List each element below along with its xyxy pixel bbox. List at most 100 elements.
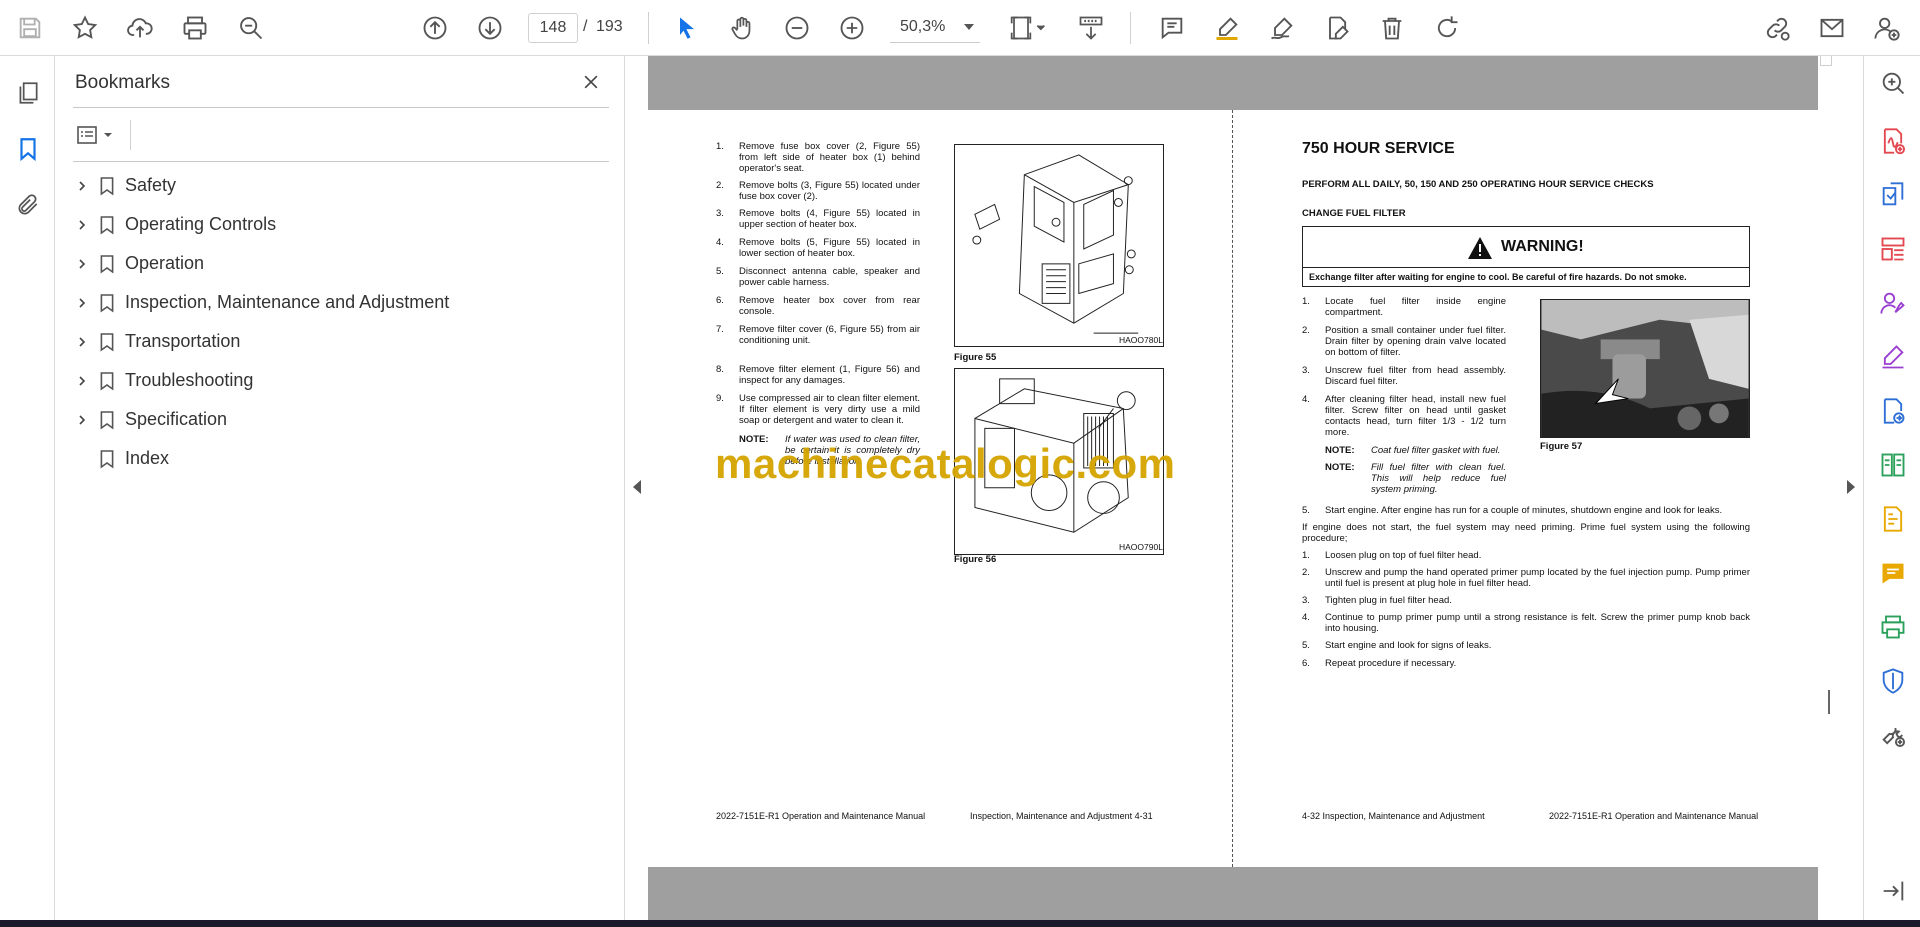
bookmark-options-button[interactable]: [75, 120, 125, 150]
send-for-review-icon[interactable]: [1878, 396, 1908, 426]
figure-caption: Figure 55: [954, 352, 997, 363]
search-zoom-icon[interactable]: [233, 10, 269, 46]
prev-page-icon[interactable]: [417, 10, 453, 46]
warning-text: Exchange filter after waiting for engine…: [1309, 272, 1687, 282]
figure-57-image: [1540, 299, 1750, 438]
bookmark-item[interactable]: Operation: [73, 244, 609, 283]
bookmark-item[interactable]: Inspection, Maintenance and Adjustment: [73, 283, 609, 322]
hand-icon[interactable]: [724, 10, 760, 46]
os-taskbar-strip: [0, 920, 1920, 927]
email-icon[interactable]: [1814, 10, 1850, 46]
vertical-scrollbar[interactable]: [1818, 56, 1863, 920]
cloud-upload-icon[interactable]: [122, 10, 158, 46]
page-number-input[interactable]: [528, 13, 578, 43]
sign-icon[interactable]: [1264, 10, 1300, 46]
page-footer: 2022-7151E-R1 Operation and Maintenance …: [716, 811, 926, 821]
edit-pdf-icon[interactable]: [1878, 504, 1908, 534]
bookmark-label: Specification: [125, 409, 228, 429]
bookmark-item[interactable]: Safety: [73, 166, 609, 205]
zoom-value: 50,3%: [900, 18, 946, 35]
toolbar-separator: [1130, 12, 1131, 44]
bookmark-item[interactable]: Specification: [73, 400, 609, 439]
bookmark-icon: [97, 447, 117, 471]
bookmark-item[interactable]: Troubleshooting: [73, 361, 609, 400]
select-cursor-icon[interactable]: [669, 10, 705, 46]
more-tools-icon[interactable]: [1878, 720, 1908, 750]
edit-icon[interactable]: [1319, 10, 1355, 46]
bookmark-list: Safety Operating Controls Operation Insp…: [73, 166, 609, 478]
zoom-in-icon[interactable]: [834, 10, 870, 46]
section-heading: 750 HOUR SERVICE: [1302, 140, 1455, 157]
comment-tool-icon[interactable]: [1878, 558, 1908, 588]
collapse-right-panel-icon[interactable]: [1847, 480, 1855, 494]
page-footer: 2022-7151E-R1 Operation and Maintenance …: [1549, 811, 1759, 821]
bookmark-label: Transportation: [125, 331, 241, 351]
chevron-right-icon[interactable]: [73, 333, 91, 351]
watermark-text: machinecatalogic.com: [715, 440, 1176, 487]
sub-heading: CHANGE FUEL FILTER: [1302, 208, 1406, 219]
organize-pages-icon[interactable]: [1878, 234, 1908, 264]
bookmark-item[interactable]: Index: [73, 439, 609, 478]
bookmark-label: Operation: [125, 253, 205, 273]
divider: [73, 107, 609, 108]
toolbar-separator: [648, 12, 649, 44]
create-pdf-icon[interactable]: [1878, 126, 1908, 156]
print-icon[interactable]: [177, 10, 213, 46]
bookmarks-title: Bookmarks: [75, 72, 171, 93]
bookmark-icon: [97, 330, 117, 354]
share-link-icon[interactable]: [1759, 10, 1795, 46]
bookmark-item[interactable]: Transportation: [73, 322, 609, 361]
warning-triangle-icon: [1468, 237, 1492, 259]
zoom-out-icon[interactable]: [779, 10, 815, 46]
zoom-dropdown[interactable]: 50,3%: [890, 13, 980, 43]
bookmark-icon: [97, 408, 117, 432]
account-icon[interactable]: [1869, 10, 1905, 46]
pages-thumbnail-icon[interactable]: [12, 77, 44, 109]
collapse-left-panel-icon[interactable]: [633, 480, 641, 494]
chevron-right-icon[interactable]: [73, 411, 91, 429]
page-footer: 4-32 Inspection, Maintenance and Adjustm…: [1302, 811, 1485, 821]
bookmark-label: Operating Controls: [125, 214, 277, 234]
export-pdf-icon[interactable]: [1878, 180, 1908, 210]
bookmark-panel-icon[interactable]: [12, 133, 44, 165]
protect-shield-icon[interactable]: [1878, 666, 1908, 696]
next-page-icon[interactable]: [472, 10, 508, 46]
bookmark-label: Troubleshooting: [125, 370, 254, 390]
star-icon[interactable]: [67, 10, 103, 46]
chevron-right-icon[interactable]: [73, 372, 91, 390]
figure-55-image: [954, 144, 1164, 347]
figure-code: HAOO790L: [1119, 542, 1163, 552]
close-icon[interactable]: [577, 68, 605, 96]
chevron-right-icon[interactable]: [73, 216, 91, 234]
pdf-page-left: 1. Remove fuse box cover (2, Figure 55) f…: [648, 110, 1233, 867]
bookmarks-panel: Bookmarks Safety Operating Controls Oper…: [55, 56, 625, 920]
request-signatures-icon[interactable]: [1878, 288, 1908, 318]
fill-sign-icon[interactable]: [1878, 342, 1908, 372]
sub-heading: PERFORM ALL DAILY, 50, 150 AND 250 OPERA…: [1302, 179, 1654, 190]
chevron-right-icon[interactable]: [73, 294, 91, 312]
chevron-right-icon[interactable]: [73, 177, 91, 195]
attachment-icon[interactable]: [12, 189, 44, 221]
scrollbar-thumb[interactable]: [1828, 690, 1830, 714]
scrollbar-top: [1820, 56, 1832, 66]
right-tools-rail: [1863, 56, 1920, 920]
compare-files-icon[interactable]: [1878, 450, 1908, 480]
collapse-tools-icon[interactable]: [1878, 876, 1908, 906]
delete-icon[interactable]: [1374, 10, 1410, 46]
page-fit-icon[interactable]: [1003, 10, 1053, 46]
bookmark-label: Inspection, Maintenance and Adjustment: [125, 292, 450, 312]
bookmark-item[interactable]: Operating Controls: [73, 205, 609, 244]
paragraph: If engine does not start, the fuel syste…: [1302, 522, 1750, 544]
rotate-icon[interactable]: [1429, 10, 1465, 46]
zoom-search-icon[interactable]: [1878, 68, 1908, 98]
print-production-icon[interactable]: [1878, 612, 1908, 642]
chevron-down-icon: [964, 24, 974, 30]
chevron-right-icon[interactable]: [73, 255, 91, 273]
bookmark-label: Index: [125, 448, 170, 468]
divider: [130, 120, 131, 150]
highlight-icon[interactable]: [1209, 10, 1245, 46]
save-icon[interactable]: [12, 10, 48, 46]
comment-icon[interactable]: [1154, 10, 1190, 46]
scroll-mode-icon[interactable]: [1073, 10, 1109, 46]
warning-title: WARNING!: [1501, 238, 1584, 255]
